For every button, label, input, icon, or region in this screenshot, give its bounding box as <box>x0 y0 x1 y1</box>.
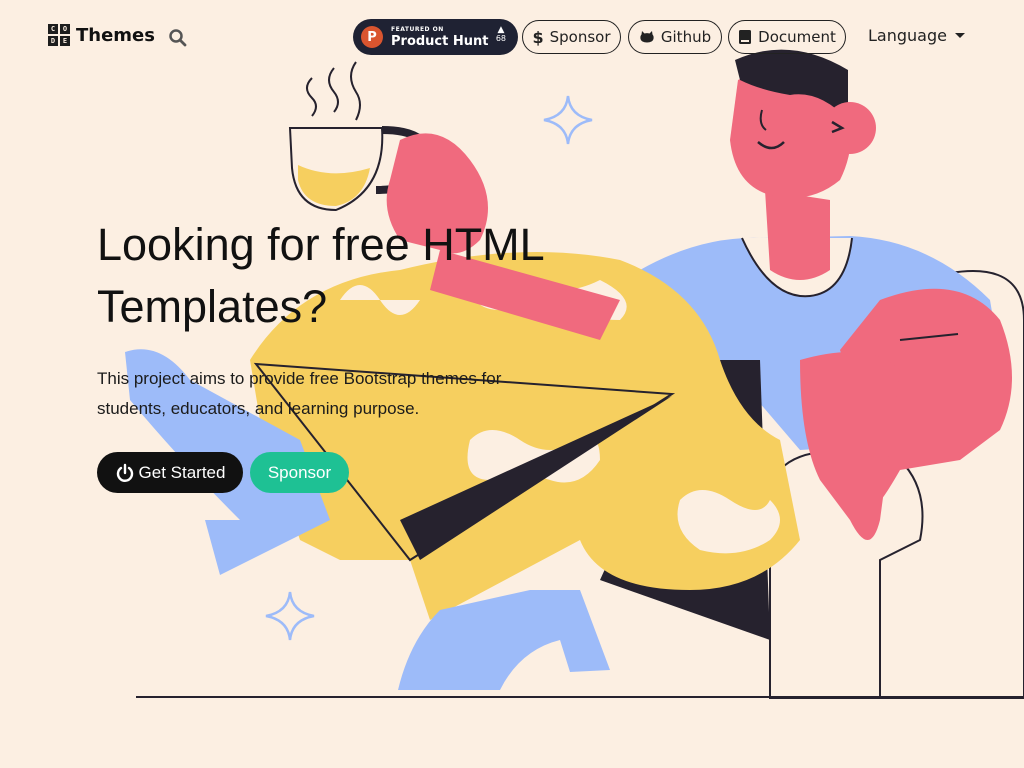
product-hunt-votes: ▲ 68 <box>496 26 506 43</box>
nav-github-label: Github <box>660 28 712 46</box>
brand-logo-letter: D <box>48 36 58 46</box>
hero-subtitle: This project aims to provide free Bootst… <box>97 369 502 418</box>
caret-down-icon <box>954 33 965 38</box>
language-label: Language <box>868 26 947 45</box>
brand-logo: C O D E <box>48 24 70 46</box>
product-hunt-vote-count: 68 <box>495 34 506 43</box>
nav-document-label: Document <box>758 28 836 46</box>
brand-logo-letter: E <box>60 36 70 46</box>
brand-logo-letter: O <box>60 24 70 34</box>
search-icon <box>169 29 187 47</box>
hero-sponsor-button[interactable]: Sponsor <box>250 452 349 493</box>
nav-sponsor-button[interactable]: $ Sponsor <box>522 20 621 54</box>
language-dropdown[interactable]: Language <box>868 26 965 45</box>
product-hunt-badge[interactable]: P FEATURED ON Product Hunt ▲ 68 <box>353 19 518 55</box>
brand-name: Themes <box>76 24 155 46</box>
sparkle-icon <box>265 591 315 641</box>
power-icon <box>116 463 133 482</box>
sparkle-icon <box>543 95 593 145</box>
product-hunt-icon: P <box>361 26 383 48</box>
product-hunt-name: Product Hunt <box>391 33 489 49</box>
hero-title: Looking for free HTML Templates? <box>97 219 544 332</box>
brand-logo-letter: C <box>48 24 58 34</box>
book-icon <box>739 30 752 44</box>
get-started-label: Get Started <box>138 462 226 482</box>
brand[interactable]: C O D E Themes <box>48 24 155 46</box>
dollar-icon: $ <box>532 27 544 47</box>
github-icon <box>640 31 654 43</box>
nav-document-button[interactable]: Document <box>728 20 846 54</box>
product-hunt-featured-label: FEATURED ON <box>391 25 444 33</box>
nav-sponsor-label: Sponsor <box>549 28 611 46</box>
navbar: C O D E Themes P FEATURED ON Product Hun… <box>0 0 1024 74</box>
get-started-button[interactable]: Get Started <box>97 452 243 493</box>
nav-github-button[interactable]: Github <box>628 20 722 54</box>
search-button[interactable] <box>168 28 188 48</box>
ground-line <box>136 696 1024 698</box>
hero-sponsor-label: Sponsor <box>267 462 332 482</box>
